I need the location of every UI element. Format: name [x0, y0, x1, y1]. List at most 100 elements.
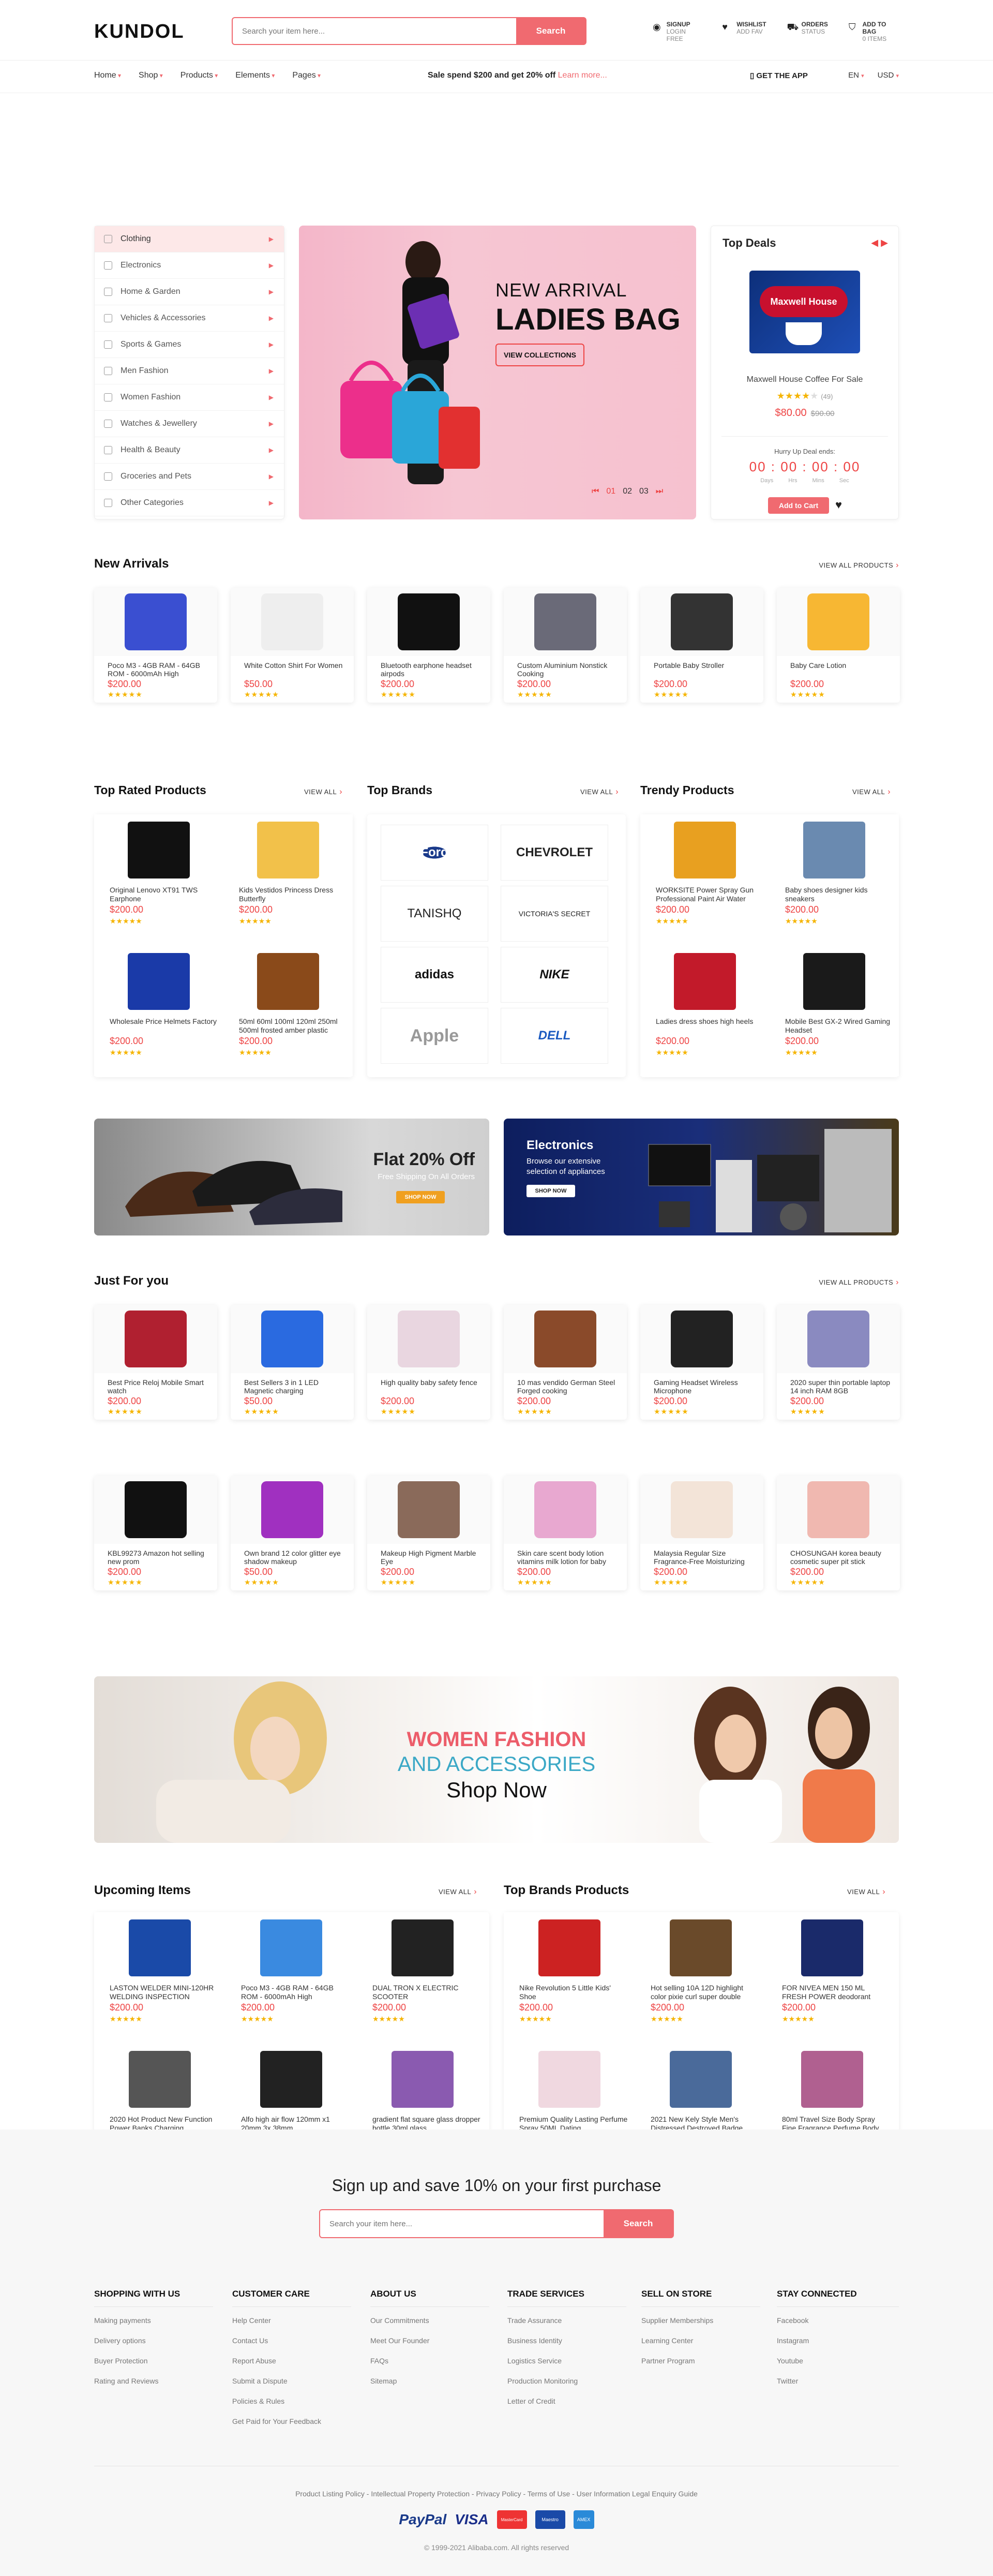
- header-action-0[interactable]: ◉ SIGNUP LOGIN FREE: [653, 21, 701, 42]
- footer-link[interactable]: Making payments: [94, 2316, 213, 2325]
- shoes-shop-now-button[interactable]: SHOP NOW: [396, 1191, 445, 1203]
- product-card[interactable]: White Cotton Shirt For Women $50.00 ★★★★★: [231, 588, 354, 703]
- category-item[interactable]: Groceries and Pets ▶: [95, 464, 284, 490]
- nav-item-2[interactable]: Products: [180, 71, 218, 80]
- product-image[interactable]: [260, 1919, 322, 1976]
- brand-logo[interactable]: DELL: [501, 1008, 608, 1064]
- product-name[interactable]: Original Lenovo XT91 TWS Earphone: [110, 886, 218, 903]
- footer-policy-links[interactable]: Product Listing Policy - Intellectual Pr…: [0, 2490, 993, 2498]
- brand-logo[interactable]: TANISHQ: [381, 886, 488, 942]
- get-app-link[interactable]: ▯ GET THE APP: [750, 71, 808, 80]
- product-image[interactable]: [367, 1476, 490, 1544]
- top-brands-products-view-all[interactable]: VIEW ALL: [847, 1887, 885, 1897]
- product-tile[interactable]: Kids Vestidos Princess Dress Butterfly $2…: [223, 814, 353, 945]
- product-image[interactable]: [674, 822, 736, 878]
- product-image[interactable]: [94, 588, 217, 656]
- product-card[interactable]: Bluetooth earphone headset airpods $200.0…: [367, 588, 490, 703]
- next-arrow-icon[interactable]: ⏭: [656, 487, 663, 496]
- product-image[interactable]: [504, 1305, 627, 1373]
- product-tile[interactable]: Poco M3 - 4GB RAM - 64GB ROM - 6000mAh H…: [225, 1912, 357, 2043]
- newsletter-button[interactable]: Search: [604, 2210, 673, 2237]
- category-item[interactable]: Clothing ▶: [95, 226, 284, 252]
- product-image[interactable]: [231, 1476, 354, 1544]
- category-item[interactable]: Men Fashion ▶: [95, 358, 284, 384]
- product-image[interactable]: [538, 1919, 600, 1976]
- product-name[interactable]: Gaming Headset Wireless Microphone: [654, 1378, 757, 1395]
- product-image[interactable]: [640, 588, 763, 656]
- product-image[interactable]: [801, 1919, 863, 1976]
- product-image[interactable]: [777, 1476, 900, 1544]
- top-brands-view-all[interactable]: VIEW ALL: [580, 787, 619, 797]
- hero-banner[interactable]: NEW ARRIVAL LADIES BAG VIEW COLLECTIONS …: [299, 226, 696, 519]
- product-image[interactable]: [367, 588, 490, 656]
- product-card[interactable]: 10 mas vendido German Steel Forged cooki…: [504, 1305, 627, 1420]
- heart-icon[interactable]: ♥: [835, 498, 842, 512]
- footer-link[interactable]: Partner Program: [641, 2357, 760, 2365]
- footer-link[interactable]: Learning Center: [641, 2336, 760, 2345]
- product-name[interactable]: Wholesale Price Helmets Factory: [110, 1017, 218, 1026]
- product-image[interactable]: [538, 2051, 600, 2108]
- just-for-you-view-all[interactable]: VIEW ALL PRODUCTS: [819, 1278, 899, 1287]
- electronics-shop-now-button[interactable]: SHOP NOW: [526, 1185, 575, 1197]
- footer-link[interactable]: Facebook: [777, 2316, 899, 2325]
- product-card[interactable]: Poco M3 - 4GB RAM - 64GB ROM - 6000mAh H…: [94, 588, 217, 703]
- category-item[interactable]: Watches & Jewellery ▶: [95, 411, 284, 437]
- product-tile[interactable]: FOR NIVEA MEN 150 ML FRESH POWER deodora…: [766, 1912, 898, 2043]
- product-card[interactable]: Own brand 12 color glitter eye shadow ma…: [231, 1476, 354, 1590]
- product-tile[interactable]: WORKSITE Power Spray Gun Professional Pa…: [640, 814, 770, 945]
- footer-link[interactable]: Sitemap: [370, 2377, 489, 2385]
- chevron-right-icon[interactable]: ▶: [881, 237, 888, 248]
- product-image[interactable]: [257, 953, 319, 1010]
- nav-item-4[interactable]: Pages: [292, 71, 321, 80]
- product-name[interactable]: White Cotton Shirt For Women: [244, 661, 348, 669]
- header-action-2[interactable]: ⛟ ORDERS STATUS: [787, 21, 828, 42]
- product-image[interactable]: [777, 588, 900, 656]
- search-button[interactable]: Search: [516, 18, 585, 44]
- footer-link[interactable]: Twitter: [777, 2377, 899, 2385]
- fashion-banner[interactable]: WOMEN FASHION AND ACCESSORIES Shop Now: [94, 1676, 899, 1843]
- product-tile[interactable]: Original Lenovo XT91 TWS Earphone $200.00…: [94, 814, 223, 945]
- view-collections-button[interactable]: VIEW COLLECTIONS: [495, 344, 584, 366]
- footer-link[interactable]: FAQs: [370, 2357, 489, 2365]
- deal-product-name[interactable]: Maxwell House Coffee For Sale: [711, 375, 898, 384]
- product-name[interactable]: Own brand 12 color glitter eye shadow ma…: [244, 1549, 348, 1566]
- product-name[interactable]: KBL99273 Amazon hot selling new prom: [108, 1549, 211, 1566]
- product-name[interactable]: LASTON WELDER MINI-120HR WELDING INSPECT…: [110, 1984, 218, 2001]
- product-name[interactable]: Custom Aluminium Nonstick Cooking: [517, 661, 621, 678]
- product-name[interactable]: Makeup High Pigment Marble Eye: [381, 1549, 484, 1566]
- nav-item-1[interactable]: Shop: [139, 71, 163, 80]
- new-arrivals-view-all[interactable]: VIEW ALL PRODUCTS: [819, 561, 899, 570]
- product-image[interactable]: [231, 1305, 354, 1373]
- product-image[interactable]: [129, 1919, 191, 1976]
- footer-link[interactable]: Help Center: [232, 2316, 351, 2325]
- footer-link[interactable]: Contact Us: [232, 2336, 351, 2345]
- footer-link[interactable]: Buyer Protection: [94, 2357, 213, 2365]
- header-action-3[interactable]: ⛉ ADD TO BAG 0 ITEMS: [849, 21, 899, 42]
- product-image[interactable]: [367, 1305, 490, 1373]
- product-card[interactable]: KBL99273 Amazon hot selling new prom $200…: [94, 1476, 217, 1590]
- category-item[interactable]: Home & Garden ▶: [95, 279, 284, 305]
- product-card[interactable]: Gaming Headset Wireless Microphone $200.0…: [640, 1305, 763, 1420]
- footer-link[interactable]: Rating and Reviews: [94, 2377, 213, 2385]
- product-name[interactable]: CHOSUNGAH korea beauty cosmetic super pi…: [790, 1549, 894, 1566]
- brand-logo[interactable]: VICTORIA'S SECRET: [501, 886, 608, 942]
- product-tile[interactable]: LASTON WELDER MINI-120HR WELDING INSPECT…: [94, 1912, 225, 2043]
- logo[interactable]: KUNDOL: [94, 21, 185, 43]
- add-to-cart-button[interactable]: Add to Cart: [768, 497, 829, 514]
- product-image[interactable]: [94, 1476, 217, 1544]
- brand-logo[interactable]: NIKE: [501, 947, 608, 1003]
- product-name[interactable]: Poco M3 - 4GB RAM - 64GB ROM - 6000mAh H…: [108, 661, 211, 678]
- product-name[interactable]: Bluetooth earphone headset airpods: [381, 661, 484, 678]
- product-name[interactable]: 2020 super thin portable laptop 14 inch …: [790, 1378, 894, 1395]
- product-name[interactable]: Hot selling 10A 12D highlight color pixi…: [651, 1984, 759, 2001]
- product-image[interactable]: [392, 1919, 454, 1976]
- learn-more-link[interactable]: Learn more...: [558, 71, 607, 80]
- product-card[interactable]: Best Sellers 3 in 1 LED Magnetic chargin…: [231, 1305, 354, 1420]
- product-name[interactable]: Baby shoes designer kids sneakers: [785, 886, 894, 903]
- deal-product-image[interactable]: Maxwell House: [749, 271, 860, 353]
- product-tile[interactable]: Nike Revolution 5 Little Kids' Shoe $200.…: [504, 1912, 635, 2043]
- footer-link[interactable]: Trade Assurance: [507, 2316, 626, 2325]
- trendy-view-all[interactable]: VIEW ALL: [852, 787, 891, 797]
- product-tile[interactable]: 50ml 60ml 100ml 120ml 250ml 500ml froste…: [223, 946, 353, 1076]
- product-image[interactable]: [504, 1476, 627, 1544]
